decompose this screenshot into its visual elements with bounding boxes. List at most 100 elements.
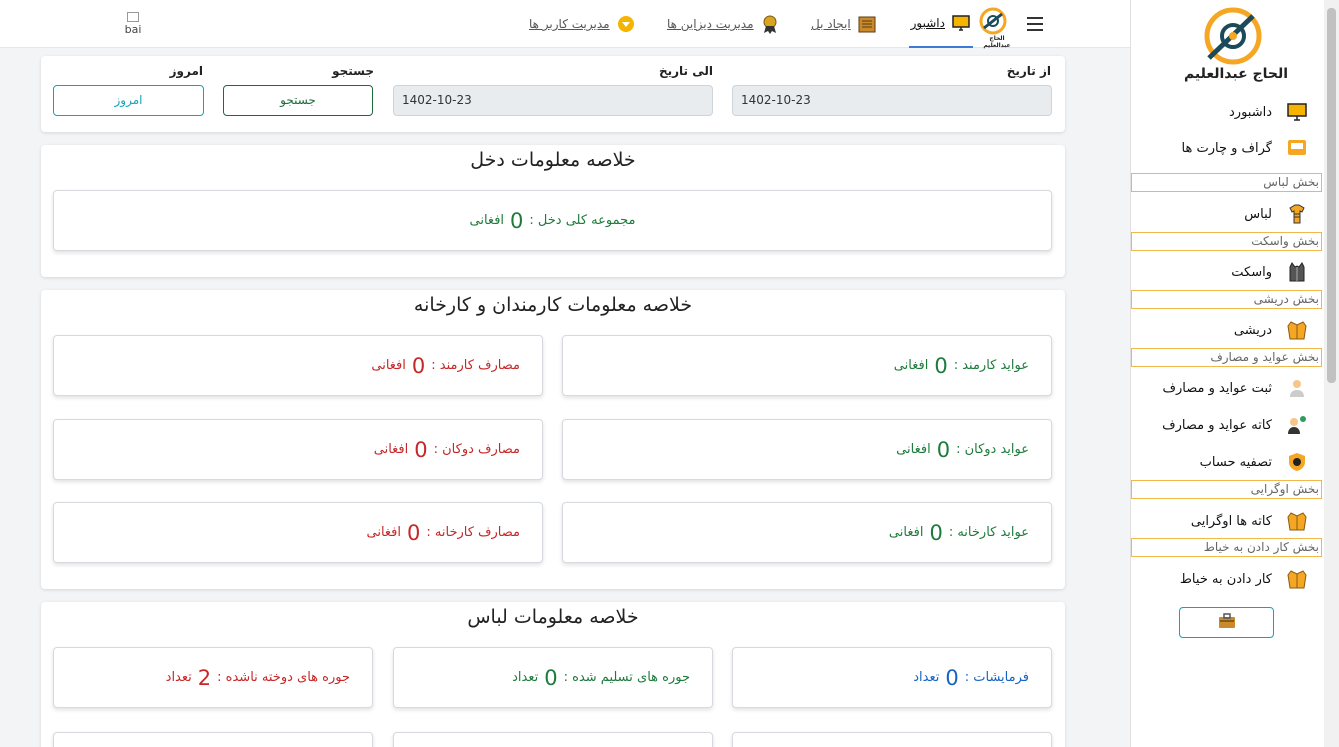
nav-dashboard[interactable]: داشبور (909, 0, 973, 48)
top-navbar: bai مدیریت کاربر ها مدیریت دیزاین ها ایج… (0, 0, 1130, 49)
logout-button[interactable] (1179, 607, 1274, 638)
card-unit: افغانی (366, 525, 402, 540)
employee-income-card: عواید کارمند : 0 افغانی (562, 335, 1052, 396)
nav-user-management[interactable]: مدیریت کاربر ها (529, 0, 636, 48)
sidebar-item-label: لباس (1244, 206, 1272, 222)
sidebar-item-label: ثبت عواید و مصارف (1162, 380, 1272, 396)
scrollbar-thumb[interactable] (1327, 8, 1336, 383)
suit-icon (1286, 510, 1308, 532)
clothes-summary-panel: خلاصه معلومات لباس فرمایشات : 0 تعداد جو… (41, 602, 1065, 747)
next-row-card (393, 732, 713, 747)
suit-icon (1286, 568, 1308, 590)
card-unit: افغانی (893, 358, 929, 373)
unsewn-pairs-card: جوره های دوخته ناشده : 2 تعداد (53, 647, 373, 708)
card-label: عواید دوکان : (956, 442, 1029, 457)
total-income-value: 0 (510, 208, 524, 233)
sidebar-item-charts[interactable]: گراف و چارت ها (1130, 133, 1324, 163)
broken-image-icon (127, 12, 139, 22)
card-value: 2 (197, 665, 212, 690)
broken-image-alt: bai (124, 23, 142, 36)
search-label: جستجو (332, 64, 374, 78)
section-header: بخش کار دادن به خیاط (1131, 538, 1322, 557)
card-label: عواید کارمند : (953, 358, 1029, 373)
factory-income-card: عواید کارخانه : 0 افغانی (562, 502, 1052, 563)
card-label: مصارف کارمند : (431, 358, 520, 373)
card-unit: افغانی (371, 358, 406, 373)
card-value: 0 (544, 665, 558, 690)
card-label: فرمایشات : (964, 670, 1029, 685)
suit-icon (1286, 319, 1308, 341)
shop-income-card: عواید دوکان : 0 افغانی (562, 419, 1052, 480)
total-income-label: مجموعه کلی دخل : (529, 213, 636, 228)
card-label: جوره های تسلیم شده : (563, 670, 690, 685)
delivered-pairs-card: جوره های تسلیم شده : 0 تعداد (393, 647, 713, 708)
card-value: 0 (407, 520, 421, 545)
card-value: 0 (414, 437, 428, 462)
person-icon (1286, 377, 1308, 399)
section-header: بخش اوگرایی (1131, 480, 1322, 499)
award-icon (760, 14, 780, 34)
section-header: بخش دریشی (1131, 290, 1322, 309)
next-row-card (53, 732, 373, 747)
sidebar-item-label: دریشی (1233, 322, 1272, 338)
sidebar-brand: الحاج عبدالعلیم (1183, 66, 1289, 82)
monitor-icon (1286, 101, 1308, 123)
sidebar-item-register-income[interactable]: ثبت عواید و مصارف (1130, 373, 1324, 403)
sidebar-item-vest[interactable]: واسکت (1130, 257, 1324, 287)
sidebar-item-label: کاته ها اوگرایی (1190, 513, 1272, 529)
section-header: بخش عواید و مصارف (1131, 348, 1322, 367)
sidebar-item-collection[interactable]: کاته ها اوگرایی (1130, 506, 1324, 536)
section-header: بخش واسکت (1131, 232, 1322, 251)
nav-create-bill-label: ایجاد بل (811, 17, 851, 31)
nav-design-management-label: مدیریت دیزاین ها (667, 17, 754, 31)
page-scrollbar[interactable] (1324, 0, 1339, 747)
from-date-label: از تاریخ (1006, 64, 1051, 78)
from-date-input[interactable]: 1402-10-23 (732, 85, 1052, 116)
sidebar-item-dashboard[interactable]: داشبورد (1130, 97, 1324, 127)
vest-icon (1286, 261, 1308, 283)
date-filter-panel: از تاریخ 1402-10-23 الی تاریخ 1402-10-23… (41, 56, 1065, 132)
nav-design-management[interactable]: مدیریت دیزاین ها (667, 0, 780, 48)
card-label: عواید کارخانه : (948, 525, 1029, 540)
chart-icon (1286, 137, 1308, 159)
next-row-card (732, 732, 1052, 747)
card-label: مصارف دوکان : (433, 442, 520, 457)
sidebar-item-label: کاته عواید و مصارف (1162, 417, 1272, 433)
shirt-icon (1286, 203, 1308, 225)
nav-create-bill[interactable]: ایجاد بل (811, 0, 877, 48)
search-button[interactable]: جستجو (223, 85, 373, 116)
top-logo-text: الحاج عبدالعلیم (983, 35, 1011, 49)
section-header: بخش لباس (1131, 173, 1322, 192)
logo-emblem-icon (979, 7, 1007, 35)
hamburger-menu-icon[interactable] (1027, 17, 1043, 31)
clothes-summary-title: خلاصه معلومات لباس (467, 606, 639, 628)
monitor-icon (951, 13, 971, 33)
top-logo[interactable]: الحاج عبدالعلیم (978, 6, 1016, 49)
broken-image: bai (120, 12, 146, 38)
card-unit: افغانی (373, 442, 409, 457)
nav-dashboard-label: داشبور (910, 16, 945, 30)
card-unit: تعداد (913, 670, 940, 685)
today-label: امروز (169, 64, 203, 78)
today-button[interactable]: امروز (53, 85, 204, 116)
orders-card: فرمایشات : 0 تعداد (732, 647, 1052, 708)
card-unit: افغانی (888, 525, 924, 540)
card-value: 0 (929, 520, 943, 545)
to-date-input[interactable]: 1402-10-23 (393, 85, 713, 116)
sidebar-item-label: تصفیه حساب (1199, 454, 1272, 470)
income-summary-title: خلاصه معلومات دخل (470, 149, 636, 171)
sidebar-item-tailor-work[interactable]: کار دادن به خیاط (1130, 564, 1324, 594)
sidebar-item-income-ledger[interactable]: کاته عواید و مصارف (1130, 410, 1324, 440)
sidebar-item-suit[interactable]: دریشی (1130, 315, 1324, 345)
sidebar-item-settlement[interactable]: تصفیه حساب (1130, 447, 1324, 477)
card-unit: تعداد (165, 670, 192, 685)
sidebar-item-label: گراف و چارت ها (1181, 140, 1272, 156)
sidebar-item-clothes[interactable]: لباس (1130, 199, 1324, 229)
briefcase-icon (1218, 612, 1236, 633)
sidebar-item-label: واسکت (1231, 264, 1272, 280)
sidebar-logo[interactable]: الحاج عبدالعلیم (1184, 4, 1288, 90)
people-icon (1286, 414, 1308, 436)
card-unit: افغانی (896, 442, 931, 457)
total-income-currency: افغانی (469, 213, 505, 228)
factory-expense-card: مصارف کارخانه : 0 افغانی (53, 502, 543, 563)
